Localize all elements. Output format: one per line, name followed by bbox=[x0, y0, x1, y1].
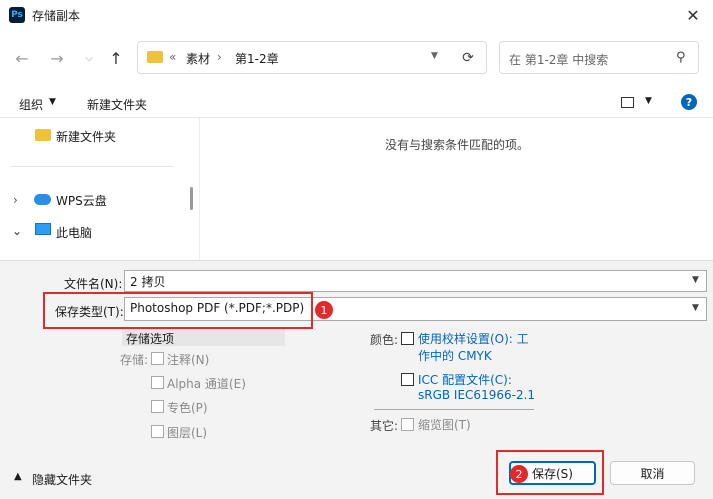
search-placeholder: 在 第1-2章 中搜索 bbox=[509, 53, 609, 67]
help-icon[interactable]: ? bbox=[681, 94, 697, 110]
breadcrumb-item[interactable]: 素材 bbox=[186, 50, 210, 67]
use-proof-setup-checkbox[interactable] bbox=[401, 332, 414, 345]
filename-label: 文件名(N): bbox=[64, 277, 123, 291]
color-options-label: 颜色: bbox=[370, 333, 399, 347]
divider bbox=[0, 260, 713, 261]
close-button[interactable]: ✕ bbox=[680, 4, 706, 26]
spot-colors-checkbox[interactable] bbox=[151, 400, 164, 413]
sidebar-item-wps-cloud[interactable]: WPS云盘 bbox=[56, 192, 107, 209]
empty-results-message: 没有与搜索条件匹配的项。 bbox=[385, 138, 530, 152]
annotations-checkbox[interactable] bbox=[151, 352, 164, 365]
step-badge: 1 bbox=[315, 301, 333, 319]
icc-profile-label: ICC 配置文件(C): bbox=[418, 373, 512, 387]
icc-profile-value: sRGB IEC61966-2.1 bbox=[418, 388, 536, 402]
icc-profile-checkbox[interactable] bbox=[401, 373, 414, 386]
organize-menu[interactable]: 组织 bbox=[19, 96, 43, 113]
cancel-button-label: 取消 bbox=[640, 466, 665, 481]
filetype-dropdown-icon[interactable]: ▼ bbox=[692, 303, 699, 313]
proof-setup-label-line2: 作中的 CMYK bbox=[418, 349, 492, 363]
checkbox-label: 注释(N) bbox=[167, 353, 210, 367]
search-icon[interactable]: ⚲ bbox=[676, 50, 686, 65]
cloud-icon bbox=[34, 194, 51, 205]
checkbox-label: Alpha 通道(E) bbox=[167, 377, 246, 391]
address-overflow-chevron[interactable]: « bbox=[169, 50, 176, 64]
computer-icon bbox=[35, 223, 51, 235]
view-dropdown-icon[interactable]: ▼ bbox=[645, 96, 652, 106]
folder-icon bbox=[147, 51, 163, 63]
checkbox-label: 缩览图(T) bbox=[418, 418, 471, 432]
refresh-icon[interactable]: ⟳ bbox=[458, 48, 478, 68]
window-title: 存储副本 bbox=[32, 9, 81, 23]
sidebar-item-this-pc[interactable]: 此电脑 bbox=[56, 224, 92, 241]
thumbnail-checkbox[interactable] bbox=[401, 418, 414, 431]
sidebar-divider bbox=[10, 166, 174, 167]
filename-dropdown-icon[interactable]: ▼ bbox=[692, 275, 699, 285]
nav-scrollbar-thumb[interactable] bbox=[190, 187, 193, 210]
back-arrow-icon[interactable]: ← bbox=[11, 47, 33, 69]
cancel-button[interactable]: 取消 bbox=[610, 461, 695, 485]
forward-arrow-icon[interactable]: → bbox=[46, 47, 68, 69]
new-folder-button[interactable]: 新建文件夹 bbox=[87, 96, 147, 113]
photoshop-app-icon: Ps bbox=[9, 7, 25, 23]
breadcrumb-item[interactable]: 第1-2章 bbox=[235, 50, 279, 67]
highlight-box bbox=[43, 292, 313, 329]
title-bar bbox=[0, 0, 713, 30]
collapse-chevron-icon[interactable]: ⌄ bbox=[12, 224, 22, 238]
breadcrumb-separator-icon[interactable]: › bbox=[217, 50, 222, 64]
hide-folders-button[interactable]: 隐藏文件夹 bbox=[32, 471, 92, 488]
chevron-up-icon[interactable]: ▲ bbox=[14, 471, 22, 482]
checkbox-label: 图层(L) bbox=[167, 426, 208, 440]
recent-locations-chevron-icon[interactable]: ⌵ bbox=[78, 47, 100, 69]
sidebar-item-new-folder[interactable]: 新建文件夹 bbox=[56, 128, 116, 145]
address-dropdown-icon[interactable]: ▼ bbox=[431, 51, 438, 61]
save-options-label: 存储: bbox=[120, 353, 149, 367]
filename-value[interactable]: 2 拷贝 bbox=[130, 273, 165, 290]
other-options-label: 其它: bbox=[370, 419, 399, 433]
layers-checkbox[interactable] bbox=[151, 425, 164, 438]
folder-icon bbox=[35, 129, 51, 141]
expand-chevron-icon[interactable]: › bbox=[13, 193, 18, 207]
view-mode-icon[interactable] bbox=[621, 97, 634, 108]
options-title: 存储选项 bbox=[126, 332, 175, 346]
step-badge: 2 bbox=[510, 465, 528, 483]
organize-dropdown-icon[interactable]: ▼ bbox=[49, 97, 56, 107]
filename-field[interactable] bbox=[124, 270, 707, 292]
checkbox-label: 专色(P) bbox=[167, 401, 208, 415]
up-arrow-icon[interactable]: ↑ bbox=[105, 47, 127, 69]
divider bbox=[374, 409, 534, 410]
proof-setup-label: 使用校样设置(O): 工 bbox=[418, 332, 529, 346]
alpha-channels-checkbox[interactable] bbox=[151, 376, 164, 389]
